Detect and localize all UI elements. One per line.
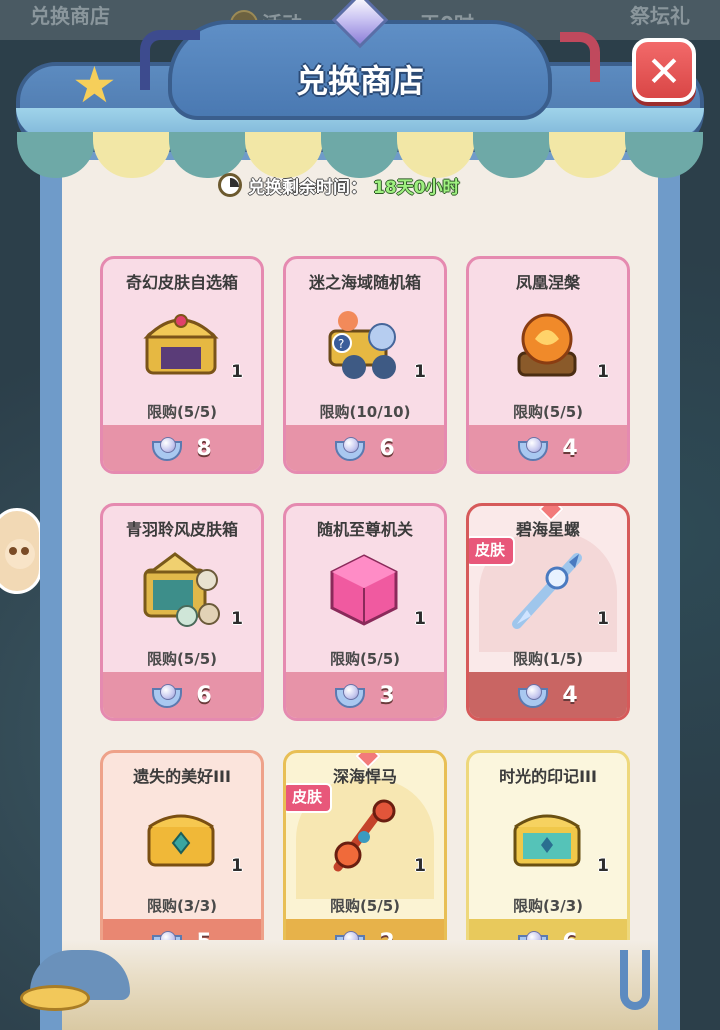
item-name: 遗失的美好III <box>133 767 231 786</box>
item-price-button[interactable]: 4 <box>469 672 627 718</box>
svg-text:?: ? <box>338 337 344 351</box>
shop-item-card[interactable]: 时光的印记III1限购(3/3)6 <box>466 750 630 968</box>
gold-coins-icon <box>20 985 90 1011</box>
shop-item-card[interactable]: 碧海星螺 1 限购(1/5) 4 皮肤 <box>466 503 630 721</box>
item-price-button[interactable]: 4 <box>469 425 627 471</box>
background-shop-label: 兑换商店 <box>30 4 110 28</box>
item-quantity: 1 <box>597 856 609 876</box>
item-name: 时光的印记III <box>499 767 597 786</box>
conch-spear-icon <box>507 550 587 630</box>
shop-item-card[interactable]: 遗失的美好III1限购(3/3)5 <box>100 750 264 968</box>
item-quantity: 1 <box>597 362 609 382</box>
timer-label: 兑换剩余时间： <box>248 177 367 198</box>
phoenix-egg-icon <box>507 303 587 383</box>
item-price: 4 <box>562 435 578 461</box>
item-price: 4 <box>562 682 578 708</box>
shop-item-card[interactable]: 迷之海域随机箱? 1 限购(10/10) 6 <box>283 256 447 474</box>
shop-title: 兑换商店 <box>295 62 424 100</box>
gold-chest-icon <box>141 797 221 877</box>
item-purchase-limit: 限购(5/5) <box>146 403 218 421</box>
pearl-currency-icon <box>335 435 366 461</box>
close-icon: ✕ <box>646 47 682 96</box>
item-price: 8 <box>196 435 212 461</box>
item-price-button[interactable]: 6 <box>286 425 444 471</box>
pearl-currency-icon <box>335 682 366 708</box>
pearl-currency-icon <box>518 682 549 708</box>
item-price: 3 <box>379 682 395 708</box>
item-price-button[interactable]: 3 <box>286 672 444 718</box>
skin-tag: 皮肤 <box>469 536 516 566</box>
fantasy-chest-icon <box>141 303 221 383</box>
item-quantity: 1 <box>414 856 426 876</box>
item-name: 奇幻皮肤自选箱 <box>125 273 238 292</box>
pearl-currency-icon <box>152 682 183 708</box>
item-price-button[interactable]: 6 <box>103 672 261 718</box>
item-price-button[interactable]: 8 <box>103 425 261 471</box>
item-purchase-limit: 限购(3/3) <box>146 897 218 915</box>
clock-icon <box>218 173 242 197</box>
teal-chest-icon <box>507 797 587 877</box>
item-quantity: 1 <box>231 609 243 629</box>
anchor-icon <box>620 950 650 1010</box>
item-purchase-limit: 限购(5/5) <box>512 403 584 421</box>
skin-tag: 皮肤 <box>286 783 333 813</box>
sea-random-chest-icon: ? <box>324 303 404 383</box>
item-quantity: 1 <box>231 856 243 876</box>
item-name: 青羽聆风皮肤箱 <box>125 520 238 539</box>
pearl-currency-icon <box>518 435 549 461</box>
item-quantity: 1 <box>231 362 243 382</box>
seahorse-weapon-icon <box>324 797 404 877</box>
side-avatar[interactable] <box>0 508 42 594</box>
item-quantity: 1 <box>414 362 426 382</box>
item-purchase-limit: 限购(5/5) <box>329 650 401 668</box>
item-purchase-limit: 限购(3/3) <box>512 897 584 915</box>
skin-chest-icon <box>141 550 221 630</box>
item-purchase-limit: 限购(5/5) <box>146 650 218 668</box>
item-quantity: 1 <box>597 609 609 629</box>
shop-item-card[interactable]: 随机至尊机关 1 限购(5/5) 3 <box>283 503 447 721</box>
close-button[interactable]: ✕ <box>632 38 696 102</box>
item-price: 6 <box>379 435 395 461</box>
shop-item-card[interactable]: 奇幻皮肤自选箱 1 限购(5/5) 8 <box>100 256 264 474</box>
pink-cube-icon <box>324 550 404 630</box>
shop-item-card[interactable]: 青羽聆风皮肤箱 1 限购(5/5) 6 <box>100 503 264 721</box>
avatar-eye-icon <box>21 547 29 555</box>
item-name: 凤凰涅槃 <box>515 273 580 292</box>
item-purchase-limit: 限购(1/5) <box>512 650 584 668</box>
pearl-currency-icon <box>152 435 183 461</box>
sand-floor <box>62 940 658 1030</box>
item-name: 迷之海域随机箱 <box>308 273 421 292</box>
item-purchase-limit: 限购(10/10) <box>319 403 411 421</box>
shop-item-card[interactable]: 深海悍马1限购(5/5)2皮肤 <box>283 750 447 968</box>
shop-item-card[interactable]: 凤凰涅槃 1 限购(5/5) 4 <box>466 256 630 474</box>
background-altar-label: 祭坛礼 <box>630 4 690 28</box>
avatar-eye-icon <box>9 547 17 555</box>
exchange-timer: 兑换剩余时间： 18天0小时 <box>218 170 460 200</box>
item-price: 6 <box>196 682 212 708</box>
item-quantity: 1 <box>414 609 426 629</box>
timer-value: 18天0小时 <box>373 177 460 198</box>
item-name: 随机至尊机关 <box>316 520 413 539</box>
item-purchase-limit: 限购(5/5) <box>329 897 401 915</box>
